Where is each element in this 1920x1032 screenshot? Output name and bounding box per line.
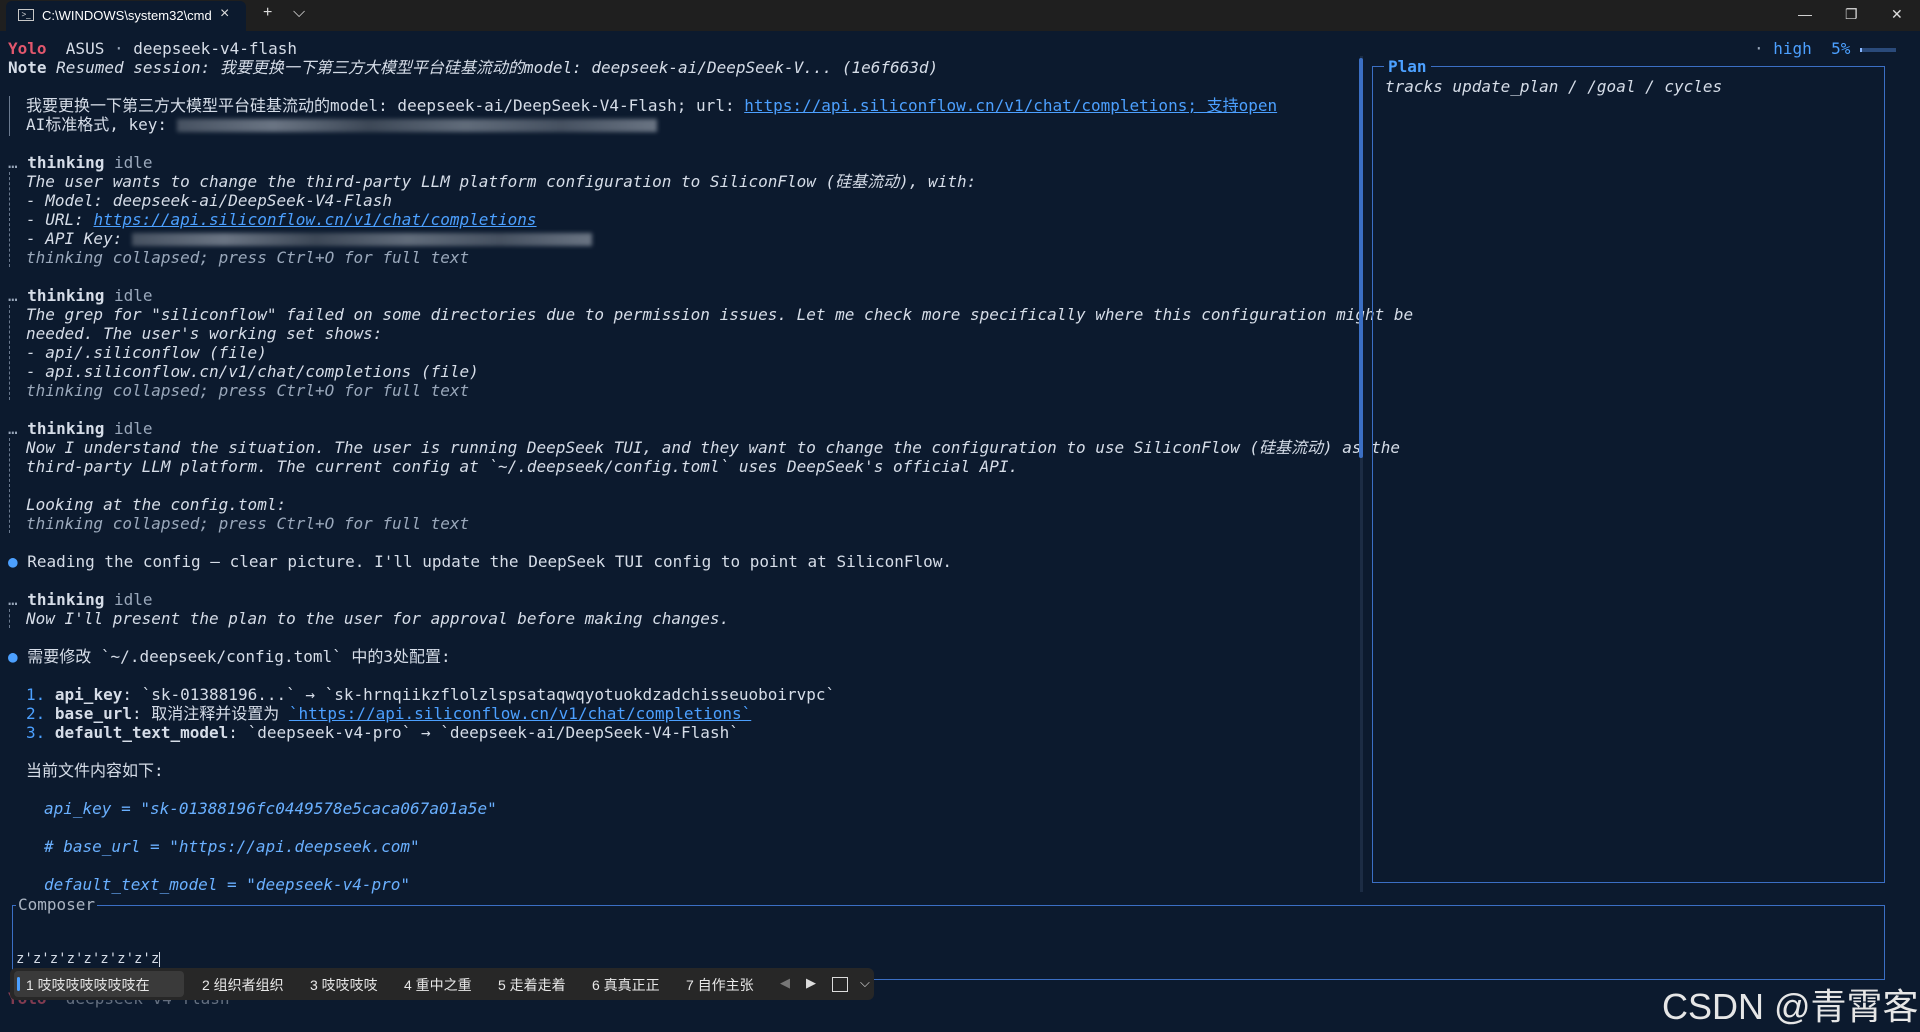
thinking-collapsed-hint: thinking collapsed; press Ctrl+O for ful…: [26, 248, 470, 267]
thinking-text: third-party LLM platform. The current co…: [26, 457, 1019, 476]
thinking-header: … thinking idle: [8, 153, 153, 172]
thinking-header: … thinking idle: [8, 419, 153, 438]
context-progress-bar: [1859, 47, 1896, 52]
user-message-line1: 我要更换一下第三方大模型平台硅基流动的model: deepseek-ai/De…: [26, 96, 1278, 115]
thinking-text: Now I understand the situation. The user…: [26, 438, 1401, 457]
ime-candidate[interactable]: 4 重中之重: [404, 975, 472, 995]
terminal-icon: >_: [18, 9, 34, 21]
plan-text: tracks update_plan / /goal / cycles: [1385, 77, 1723, 96]
user-message-line2: AI标准格式, key:: [26, 115, 657, 134]
url-link[interactable]: https://api.siliconflow.cn/v1/chat/compl…: [744, 96, 1277, 115]
ime-candidate[interactable]: 2 组织者组织: [202, 975, 284, 995]
composer-input[interactable]: z'z'z'z'z'z'z'z'z: [16, 950, 161, 969]
minimize-button[interactable]: —: [1798, 6, 1812, 22]
mode-badge: Yolo: [8, 39, 47, 58]
thinking-text: needed. The user's working set shows:: [26, 324, 383, 343]
thinking-text: - URL: https://api.siliconflow.cn/v1/cha…: [26, 210, 537, 229]
context-percent: 5%: [1831, 39, 1851, 58]
new-tab-button[interactable]: +: [263, 4, 272, 22]
assistant-message: ● Reading the config — clear picture. I'…: [8, 552, 953, 571]
code-line: # base_url = "https://api.deepseek.com": [44, 837, 420, 856]
session-note: Note Resumed session: 我要更换一下第三方大模型平台硅基流动…: [8, 58, 939, 77]
thinking-text: - Model: deepseek-ai/DeepSeek-V4-Flash: [26, 191, 393, 210]
terminal-tab[interactable]: >_ C:\WINDOWS\system32\cmd ×: [6, 1, 246, 31]
expand-icon[interactable]: ⌵: [860, 975, 870, 991]
code-line: default_text_model = "deepseek-v4-pro": [44, 875, 411, 894]
next-page-icon[interactable]: ▶: [806, 975, 816, 991]
close-window-button[interactable]: ✕: [1891, 6, 1903, 23]
list-item: 2. base_url: 取消注释并设置为 `https://api.silic…: [26, 704, 752, 723]
list-item: 1. api_key: `sk-01388196...` → `sk-hrnqi…: [26, 685, 836, 704]
thinking-header: … thinking idle: [8, 286, 153, 305]
thinking-text: - api.siliconflow.cn/v1/chat/completions…: [26, 362, 479, 381]
current-file-heading: 当前文件内容如下:: [26, 761, 164, 780]
composer-label: Composer: [16, 895, 98, 914]
tab-title: C:\WINDOWS\system32\cmd: [42, 8, 212, 23]
redacted-key: [176, 119, 657, 132]
scrollbar-thumb[interactable]: [1359, 58, 1363, 458]
ime-candidate[interactable]: 1 吱吱吱吱吱吱吱在: [26, 975, 150, 995]
close-tab-icon[interactable]: ×: [220, 5, 229, 23]
ime-candidate[interactable]: 5 走着走着: [498, 975, 566, 995]
text-cursor: [159, 951, 161, 967]
assistant-message: ● 需要修改 `~/.deepseek/config.toml` 中的3处配置:: [8, 647, 451, 666]
ime-candidate[interactable]: 3 吱吱吱吱: [310, 975, 378, 995]
ime-candidate[interactable]: 7 自作主张: [686, 975, 754, 995]
thinking-collapsed-hint: thinking collapsed; press Ctrl+O for ful…: [26, 514, 470, 533]
thinking-text: The user wants to change the third-party…: [26, 172, 977, 191]
status-header: Yolo ASUS · deepseek-v4-flash: [8, 39, 298, 58]
watermark: CSDN @青霄客: [1662, 986, 1919, 1027]
host-name: ASUS: [65, 39, 105, 58]
url-link[interactable]: https://api.siliconflow.cn/v1/chat/compl…: [93, 210, 536, 229]
code-line: api_key = "sk-01388196fc0449578e5caca067…: [44, 799, 497, 818]
plan-panel: [1372, 66, 1885, 883]
title-bar: >_ C:\WINDOWS\system32\cmd × + ⌵ — ❐ ✕: [0, 0, 1920, 31]
thinking-text: - API Key:: [26, 229, 592, 248]
tab-dropdown-icon[interactable]: ⌵: [293, 4, 305, 22]
thinking-bar: [9, 305, 10, 400]
user-message-bar: [9, 96, 10, 136]
ime-candidate[interactable]: 6 真真正正: [592, 975, 660, 995]
thinking-bar: [9, 609, 10, 628]
redacted-key: [131, 233, 592, 246]
plan-title: Plan: [1384, 57, 1431, 76]
prev-page-icon[interactable]: ◀: [780, 975, 790, 991]
thinking-text: - api/.siliconflow (file): [26, 343, 267, 362]
thinking-collapsed-hint: thinking collapsed; press Ctrl+O for ful…: [26, 381, 470, 400]
ime-candidate-bar: 1 吱吱吱吱吱吱吱在 2 组织者组织 3 吱吱吱吱 4 重中之重 5 走着走着 …: [10, 968, 874, 1000]
reasoning-status: · high 5%: [1754, 39, 1896, 58]
maximize-button[interactable]: ❐: [1845, 6, 1858, 23]
thinking-header: … thinking idle: [8, 590, 153, 609]
thinking-text: The grep for "siliconflow" failed on som…: [26, 305, 1414, 324]
reasoning-level: high: [1773, 39, 1812, 58]
thinking-text: Now I'll present the plan to the user fo…: [26, 609, 730, 628]
thinking-bar: [9, 172, 10, 267]
emoji-panel-icon[interactable]: [832, 977, 848, 992]
thinking-text: Looking at the config.toml:: [26, 495, 287, 514]
list-item: 3. default_text_model: `deepseek-v4-pro`…: [26, 723, 739, 742]
url-link[interactable]: `https://api.siliconflow.cn/v1/chat/comp…: [289, 704, 751, 723]
model-name: deepseek-v4-flash: [133, 39, 298, 58]
thinking-bar: [9, 438, 10, 533]
